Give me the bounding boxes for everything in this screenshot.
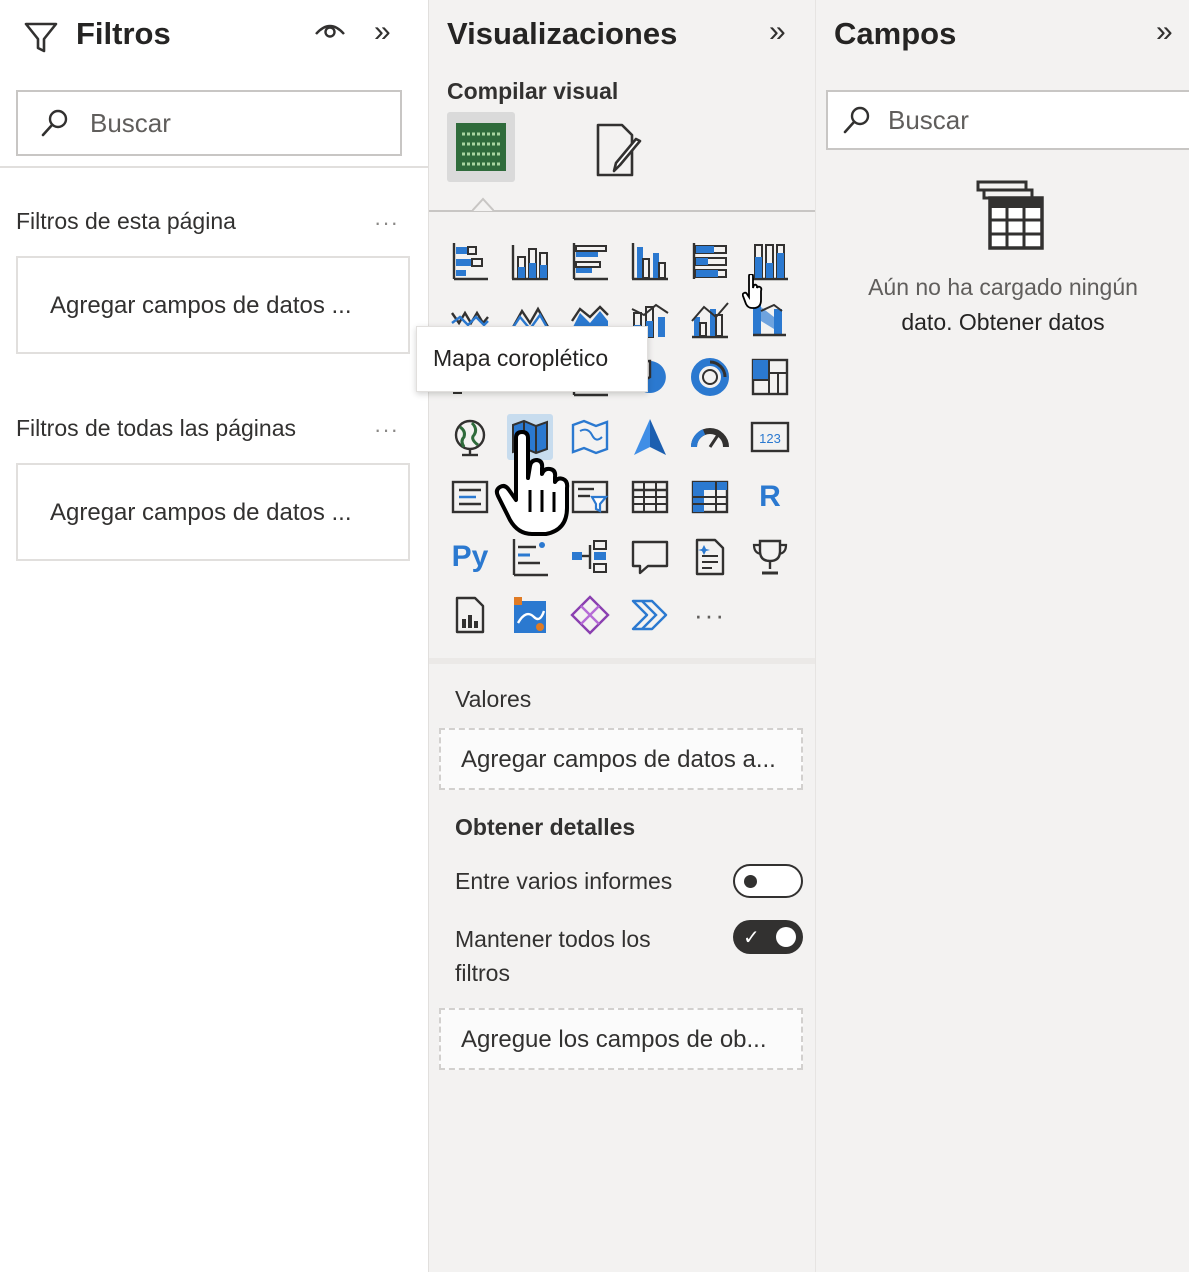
page-filters-dropzone[interactable]: Agregar campos de datos ...	[16, 256, 410, 354]
empty-state-message: Aún no ha cargado ningún dato. Obtener d…	[816, 270, 1189, 340]
azure-map-icon[interactable]	[627, 414, 673, 460]
format-visual-icon	[596, 123, 642, 177]
cross-report-label: Entre varios informes	[455, 868, 673, 894]
page-filters-more-button[interactable]: ···	[374, 210, 399, 236]
drill-through-dropzone[interactable]: Agregue los campos de ob...	[439, 1008, 803, 1070]
fields-title: Campos	[834, 16, 957, 51]
card-icon-label: 123	[759, 431, 781, 446]
r-visual-icon[interactable]: R	[747, 474, 793, 520]
r-visual-label: R	[759, 480, 781, 513]
filters-title: Filtros	[76, 16, 171, 51]
more-visuals-label: ···	[694, 599, 726, 630]
more-visuals-icon[interactable]: ···	[687, 592, 733, 638]
values-dropzone[interactable]: Agregar campos de datos a...	[439, 728, 803, 790]
filters-search-box[interactable]	[16, 90, 402, 156]
python-visual-icon[interactable]: Py	[447, 534, 493, 580]
all-pages-filters-label: Filtros de todas las páginas	[16, 415, 296, 441]
stacked-column-chart-icon[interactable]	[507, 238, 553, 284]
get-data-link[interactable]: dato. Obtener datos	[816, 305, 1189, 340]
filters-search-input[interactable]	[90, 107, 330, 139]
stacked-bar-chart-icon[interactable]	[447, 238, 493, 284]
map-icon[interactable]	[447, 414, 493, 460]
keep-filters-toggle[interactable]: ✓	[733, 920, 803, 954]
visual-tooltip: Mapa coroplético	[416, 326, 648, 392]
qa-icon[interactable]	[627, 534, 673, 580]
visualizations-pane: Visualizaciones » Compilar visual 123 R …	[428, 0, 815, 1272]
small-hand-cursor-icon	[742, 274, 763, 309]
values-title: Valores	[455, 686, 532, 712]
keep-filters-label: Mantener todos los filtros	[455, 926, 651, 986]
divider	[0, 166, 428, 168]
matrix-icon[interactable]	[687, 474, 733, 520]
toggle-knob	[744, 875, 757, 888]
page-filters-label: Filtros de esta página	[16, 208, 236, 234]
all-pages-filters-more-button[interactable]: ···	[374, 417, 399, 443]
build-visual-icon	[456, 123, 506, 171]
donut-chart-icon[interactable]	[687, 354, 733, 400]
decomposition-tree-icon[interactable]	[567, 534, 613, 580]
all-pages-filters-dropzone[interactable]: Agregar campos de datos ...	[16, 463, 410, 561]
toggle-knob	[776, 927, 796, 947]
fields-search-box[interactable]	[826, 90, 1189, 150]
data-table-icon	[976, 180, 1044, 250]
power-automate-icon[interactable]	[627, 592, 673, 638]
eye-icon[interactable]	[314, 20, 346, 42]
filter-icon	[24, 22, 58, 53]
hand-cursor-icon	[494, 430, 570, 536]
fields-pane: Campos » Aún no ha cargado ningún dato. …	[815, 0, 1189, 1272]
format-visual-tab[interactable]	[587, 118, 655, 182]
check-icon: ✓	[743, 927, 760, 949]
filters-collapse-button[interactable]: »	[374, 14, 391, 50]
smart-narrative-icon[interactable]	[687, 534, 733, 580]
fields-search-input[interactable]	[888, 104, 1128, 136]
clustered-column-chart-icon[interactable]	[627, 238, 673, 284]
paginated-report-icon[interactable]	[447, 592, 493, 638]
fields-collapse-button[interactable]: »	[1156, 14, 1173, 50]
table-icon[interactable]	[627, 474, 673, 520]
search-icon	[843, 106, 870, 134]
100-stacked-bar-chart-icon[interactable]	[687, 238, 733, 284]
clustered-bar-chart-icon[interactable]	[567, 238, 613, 284]
python-visual-label: Py	[451, 540, 489, 573]
gauge-icon[interactable]	[687, 414, 733, 460]
card-icon[interactable]: 123	[747, 414, 793, 460]
arcgis-map-icon[interactable]	[507, 592, 553, 638]
drill-through-title: Obtener detalles	[455, 814, 636, 840]
visualizations-collapse-button[interactable]: »	[769, 14, 786, 50]
search-icon	[41, 109, 68, 137]
cross-report-toggle[interactable]	[733, 864, 803, 898]
visualizations-title: Visualizaciones	[447, 16, 678, 51]
power-apps-icon[interactable]	[567, 592, 613, 638]
key-influencers-icon[interactable]	[507, 534, 553, 580]
treemap-icon[interactable]	[747, 354, 793, 400]
tab-indicator	[472, 197, 494, 211]
metrics-icon[interactable]	[747, 534, 793, 580]
line-clustered-column-icon[interactable]	[687, 296, 733, 342]
empty-state-text: Aún no ha cargado ningún	[868, 274, 1138, 300]
filters-pane: Filtros » Filtros de esta página ··· Agr…	[0, 0, 428, 1272]
build-visual-tab[interactable]	[447, 112, 515, 182]
section-divider	[429, 658, 815, 664]
build-visual-label: Compilar visual	[447, 78, 619, 104]
multi-row-card-icon[interactable]	[447, 474, 493, 520]
